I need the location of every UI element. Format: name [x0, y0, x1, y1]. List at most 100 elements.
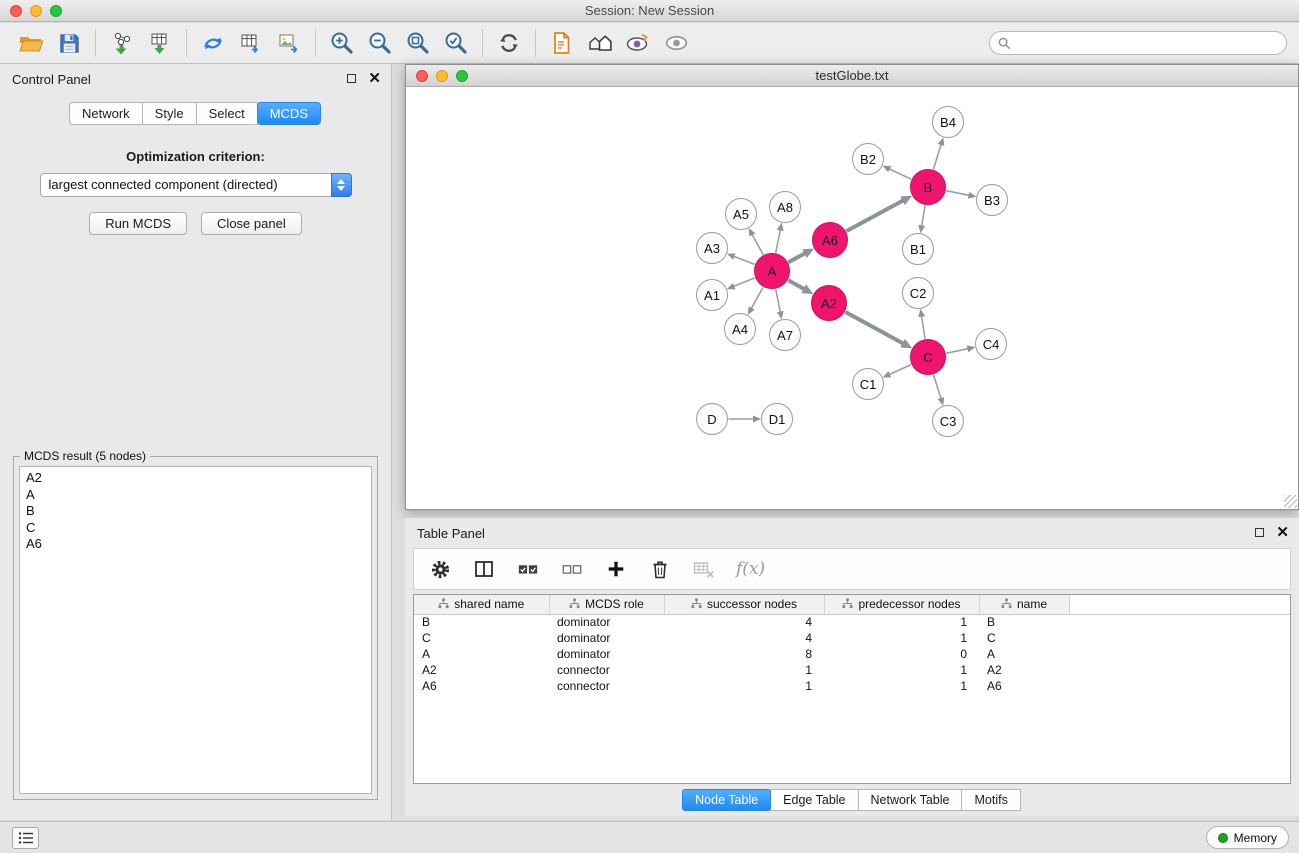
network-minimize-button[interactable] — [436, 70, 448, 82]
graph-node-A6[interactable]: A6 — [812, 222, 848, 258]
close-table-panel-icon[interactable]: ✕ — [1276, 527, 1289, 538]
export-table-icon[interactable] — [232, 26, 270, 60]
mcds-result-item[interactable]: A — [26, 487, 371, 504]
graph-node-A3[interactable]: A3 — [696, 232, 728, 264]
document-export-icon[interactable] — [543, 26, 581, 60]
graph-node-A1[interactable]: A1 — [696, 279, 728, 311]
graph-node-A8[interactable]: A8 — [769, 191, 801, 223]
optimization-criterion-dropdown[interactable]: largest connected component (directed) — [40, 173, 352, 197]
import-table-icon[interactable] — [141, 26, 179, 60]
graph-edge-B-B3[interactable] — [946, 191, 969, 196]
column-header-name[interactable]: name — [979, 595, 1069, 614]
delete-column-trash-icon[interactable] — [648, 557, 672, 581]
tab-mcds[interactable]: MCDS — [257, 102, 321, 125]
graph-node-A2[interactable]: A2 — [811, 285, 847, 321]
graph-edge-A-A6[interactable] — [788, 253, 805, 262]
graph-edge-A-A7[interactable] — [776, 289, 781, 312]
graph-node-A4[interactable]: A4 — [724, 313, 756, 345]
table-row[interactable]: A2connector11A2 — [414, 662, 1290, 678]
resize-grip[interactable] — [1284, 495, 1297, 508]
tab-motifs[interactable]: Motifs — [961, 789, 1020, 811]
float-table-panel-icon[interactable] — [1255, 528, 1264, 537]
add-column-plus-icon[interactable] — [604, 557, 628, 581]
graph-edge-C-C3[interactable] — [934, 375, 942, 399]
mcds-result-item[interactable]: A6 — [26, 536, 371, 553]
graph-edge-C-C1[interactable] — [889, 365, 911, 375]
tab-network[interactable]: Network — [69, 102, 143, 125]
zoom-fit-icon[interactable] — [399, 26, 437, 60]
graph-node-B2[interactable]: B2 — [852, 143, 884, 175]
memory-button[interactable]: Memory — [1206, 826, 1289, 849]
home-icon[interactable] — [581, 26, 619, 60]
network-window-titlebar[interactable]: testGlobe.txt — [406, 65, 1298, 87]
zoom-in-icon[interactable] — [323, 26, 361, 60]
graph-node-B[interactable]: B — [910, 169, 946, 205]
network-canvas[interactable]: B4B2BB3A5A8A6A3B1AC2A1A2A4A7C4CC1DD1C3 — [406, 88, 1298, 509]
graph-node-B1[interactable]: B1 — [902, 233, 934, 265]
graph-node-B3[interactable]: B3 — [976, 184, 1008, 216]
graph-node-D1[interactable]: D1 — [761, 403, 793, 435]
column-header-shared-name[interactable]: shared name — [414, 595, 549, 614]
graph-node-A[interactable]: A — [754, 253, 790, 289]
mcds-result-item[interactable]: C — [26, 520, 371, 537]
graph-edge-A-A3[interactable] — [734, 256, 755, 264]
column-header-mcds-role[interactable]: MCDS role — [549, 595, 664, 614]
graph-edge-A-A8[interactable] — [776, 230, 781, 253]
graph-edge-C-C2[interactable] — [922, 316, 926, 339]
mcds-result-list[interactable]: A2ABCA6 — [19, 466, 372, 794]
close-panel-button[interactable]: Close panel — [201, 212, 302, 235]
zoom-out-icon[interactable] — [361, 26, 399, 60]
graph-edge-A-A5[interactable] — [752, 235, 763, 255]
graph-node-D[interactable]: D — [696, 403, 728, 435]
graph-node-A7[interactable]: A7 — [769, 319, 801, 351]
tab-node-table[interactable]: Node Table — [682, 789, 771, 811]
eye-icon[interactable] — [657, 26, 695, 60]
table-settings-gear-icon[interactable] — [428, 557, 452, 581]
graph-node-C1[interactable]: C1 — [852, 368, 884, 400]
table-row[interactable]: A6connector11A6 — [414, 678, 1290, 694]
graph-edge-B-B4[interactable] — [933, 145, 941, 170]
graph-edge-C-C4[interactable] — [946, 349, 968, 354]
graph-edge-A-A2[interactable] — [788, 280, 804, 289]
task-history-button[interactable] — [12, 827, 39, 849]
export-image-icon[interactable] — [270, 26, 308, 60]
network-close-button[interactable] — [416, 70, 428, 82]
graph-node-C2[interactable]: C2 — [902, 277, 934, 309]
tab-select[interactable]: Select — [196, 102, 258, 125]
search-field[interactable] — [989, 31, 1287, 55]
minimize-window-button[interactable] — [30, 5, 42, 17]
tab-edge-table[interactable]: Edge Table — [770, 789, 858, 811]
column-header-successor-nodes[interactable]: successor nodes — [664, 595, 824, 614]
tab-style[interactable]: Style — [142, 102, 197, 125]
graph-edge-B-B1[interactable] — [922, 205, 925, 226]
export-network-icon[interactable] — [194, 26, 232, 60]
column-header-predecessor-nodes[interactable]: predecessor nodes — [824, 595, 979, 614]
run-mcds-button[interactable]: Run MCDS — [89, 212, 187, 235]
refresh-icon[interactable] — [490, 26, 528, 60]
network-zoom-button[interactable] — [456, 70, 468, 82]
table-row[interactable]: Cdominator41C — [414, 630, 1290, 646]
show-columns-icon[interactable] — [472, 557, 496, 581]
close-panel-icon[interactable]: ✕ — [368, 73, 381, 84]
graph-node-C3[interactable]: C3 — [932, 405, 964, 437]
graph-edge-B-B2[interactable] — [889, 169, 911, 179]
visual-style-icon[interactable] — [619, 26, 657, 60]
table-row[interactable]: Bdominator41B — [414, 614, 1290, 630]
deselect-all-icon[interactable] — [560, 557, 584, 581]
node-table[interactable]: shared nameMCDS rolesuccessor nodesprede… — [413, 594, 1291, 784]
graph-node-B4[interactable]: B4 — [932, 106, 964, 138]
graph-node-A5[interactable]: A5 — [725, 198, 757, 230]
search-input[interactable] — [1016, 35, 1278, 51]
float-panel-icon[interactable] — [347, 74, 356, 83]
graph-edge-A2-C[interactable] — [845, 312, 903, 344]
select-all-icon[interactable] — [516, 557, 540, 581]
fullscreen-window-button[interactable] — [50, 5, 62, 17]
graph-edge-A-A1[interactable] — [734, 278, 755, 286]
tab-network-table[interactable]: Network Table — [858, 789, 963, 811]
mcds-result-item[interactable]: B — [26, 503, 371, 520]
zoom-selected-icon[interactable] — [437, 26, 475, 60]
graph-edge-A-A4[interactable] — [751, 287, 763, 308]
close-window-button[interactable] — [10, 5, 22, 17]
table-row[interactable]: Adominator80A — [414, 646, 1290, 662]
import-network-icon[interactable] — [103, 26, 141, 60]
